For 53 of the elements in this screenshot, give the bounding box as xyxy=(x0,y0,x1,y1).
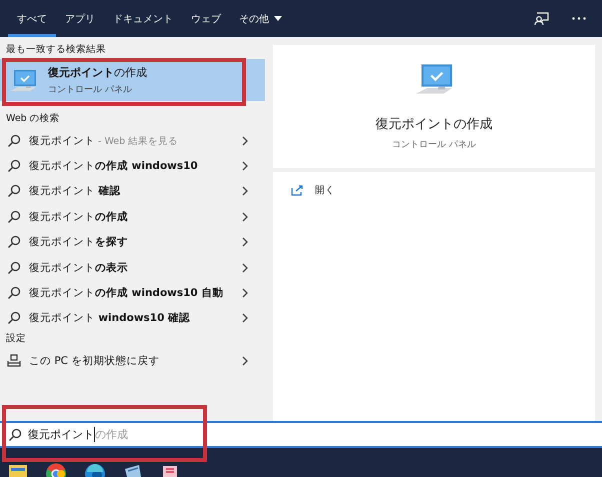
search-icon xyxy=(7,235,21,250)
reset-icon xyxy=(7,354,21,368)
open-icon xyxy=(291,185,303,196)
best-match-item[interactable]: 復元ポイントの作成 コントロール パネル xyxy=(0,59,265,101)
tab[interactable]: ドキュメント xyxy=(104,0,182,37)
web-search-item[interactable]: 復元ポイントの表示 xyxy=(0,254,265,280)
result-subtitle: コントロール パネル xyxy=(48,84,133,96)
web-search-item[interactable]: 復元ポイント 確認 xyxy=(0,178,265,204)
web-search-item[interactable]: 復元ポイントの作成 windows10 xyxy=(0,153,265,179)
app-icon[interactable] xyxy=(160,463,180,477)
section-heading: Web の検索 xyxy=(5,112,61,126)
settings-item[interactable]: この PC を初期状態に戻す xyxy=(0,348,265,374)
chevron-icon xyxy=(242,237,249,248)
more-icon[interactable] xyxy=(572,17,586,20)
chevron-icon xyxy=(242,288,249,298)
chevron-icon xyxy=(242,186,249,196)
search-icon xyxy=(7,260,21,275)
search-icon xyxy=(7,311,21,326)
web-search-item[interactable]: 復元ポイントを探す xyxy=(0,230,265,255)
search-icon xyxy=(7,134,21,148)
section-heading: 最も一致する検索結果 xyxy=(5,43,107,57)
browser-icon[interactable] xyxy=(45,463,67,477)
search-icon xyxy=(7,286,21,300)
tab[interactable]: アプリ xyxy=(56,0,104,37)
preview-subtitle: コントロール パネル xyxy=(392,139,476,151)
tab[interactable]: ウェブ xyxy=(182,0,230,37)
preview-title: 復元ポイントの作成 xyxy=(376,116,492,133)
search-icon xyxy=(7,210,21,224)
search-icon xyxy=(8,428,22,442)
chevron-icon xyxy=(242,356,249,366)
web-search-item[interactable]: 復元ポイント windows10 確認 xyxy=(0,306,265,332)
chevron-icon xyxy=(242,313,249,324)
folder-icon[interactable] xyxy=(8,463,28,477)
browser-icon[interactable] xyxy=(84,463,106,477)
chevron-icon xyxy=(242,136,249,146)
chevron-icon xyxy=(242,161,249,172)
web-search-item[interactable]: 復元ポイントの作成 windows10 自動 xyxy=(0,280,265,306)
feedback-icon[interactable] xyxy=(534,12,550,26)
search-icon xyxy=(7,159,21,174)
computer-icon xyxy=(8,68,38,92)
open-action[interactable]: 開く xyxy=(273,184,595,197)
web-search-item[interactable]: 復元ポイントの作成 xyxy=(0,204,265,230)
search-icon xyxy=(7,184,21,198)
tab[interactable]: その他 xyxy=(230,0,291,37)
result-title: 復元ポイントの作成 xyxy=(48,64,147,80)
app-icon[interactable] xyxy=(123,463,143,477)
search-field[interactable]: 復元ポイント の作成 xyxy=(0,421,602,448)
section-heading: 設定 xyxy=(5,332,27,346)
chevron-icon xyxy=(242,212,249,222)
chevron-icon xyxy=(242,262,249,273)
tab[interactable]: すべて xyxy=(8,0,56,37)
dropdown-icon xyxy=(274,16,282,21)
web-search-item[interactable]: 復元ポイント - Web 結果を見る xyxy=(0,128,265,154)
